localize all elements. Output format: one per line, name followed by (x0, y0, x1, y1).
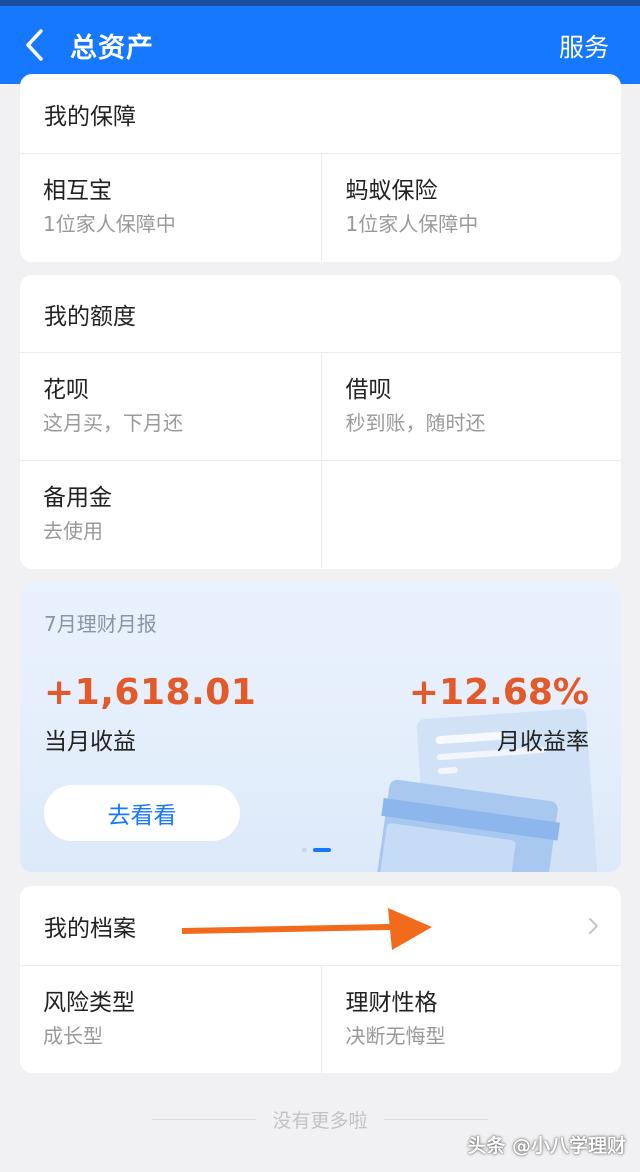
item-sub: 决断无悔型 (345, 1024, 446, 1048)
carousel-dot (302, 848, 307, 852)
watermark: 头条 @小八学理财 (467, 1135, 626, 1157)
credit-item-jiebei[interactable]: 借呗 秒到账，随时还 (320, 353, 622, 460)
profile-item-risk-type[interactable]: 风险类型 成长型 (20, 966, 321, 1073)
credit-title: 我的额度 (20, 275, 621, 353)
profile-item-personality[interactable]: 理财性格 决断无悔型 (320, 966, 622, 1073)
item-label: 相互宝 (43, 178, 112, 204)
item-label: 理财性格 (345, 990, 438, 1016)
credit-item-empty (320, 461, 622, 568)
item-sub: 1位家人保障中 (43, 212, 176, 236)
credit-item-huabei[interactable]: 花呗 这月买，下月还 (20, 353, 321, 460)
item-label: 风险类型 (43, 990, 135, 1016)
monthly-return-rate-label: 月收益率 (497, 729, 589, 755)
back-button[interactable] (8, 6, 60, 84)
monthly-income-value: +1,618.01 (44, 672, 257, 713)
report-title: 7月理财月报 (44, 612, 157, 636)
item-label: 花呗 (43, 377, 89, 403)
item-label: 蚂蚁保险 (345, 178, 438, 204)
divider-right (383, 1118, 488, 1120)
credit-card: 我的额度 花呗 这月买，下月还 借呗 秒到账，随时还 备用金 去使用 (20, 275, 621, 569)
insurance-item-ant-insurance[interactable]: 蚂蚁保险 1位家人保障中 (320, 154, 622, 261)
view-report-button[interactable]: 去看看 (44, 785, 240, 841)
item-sub: 去使用 (43, 519, 103, 543)
insurance-title: 我的保障 (20, 74, 621, 154)
profile-row: 风险类型 成长型 理财性格 决断无悔型 (20, 966, 621, 1073)
credit-row-2: 备用金 去使用 (20, 461, 621, 568)
no-more-text: 没有更多啦 (272, 1109, 368, 1132)
item-sub: 这月买，下月还 (43, 411, 183, 435)
item-sub: 成长型 (43, 1024, 103, 1048)
header-bar: 总资产 服务 (0, 6, 640, 84)
item-label: 备用金 (43, 485, 112, 511)
annotation-arrow-icon (182, 908, 432, 950)
chevron-left-icon (26, 29, 43, 61)
insurance-card: 我的保障 相互宝 1位家人保障中 蚂蚁保险 1位家人保障中 (20, 74, 621, 262)
insurance-item-xianghubao[interactable]: 相互宝 1位家人保障中 (20, 154, 321, 261)
item-label: 借呗 (345, 377, 392, 403)
carousel-dot-active (313, 848, 331, 852)
insurance-row: 相互宝 1位家人保障中 蚂蚁保险 1位家人保障中 (20, 154, 621, 261)
divider-left (152, 1118, 257, 1120)
monthly-report-card[interactable]: 7月理财月报 +1,618.01 当月收益 +12.68% 月收益率 去看看 (20, 582, 621, 872)
credit-row-1: 花呗 这月买，下月还 借呗 秒到账，随时还 (20, 353, 621, 461)
item-sub: 1位家人保障中 (345, 212, 479, 236)
page-title: 总资产 (70, 32, 154, 64)
no-more-footer: 没有更多啦 (0, 1106, 640, 1132)
credit-item-beiyongjin[interactable]: 备用金 去使用 (20, 461, 321, 568)
item-sub: 秒到账，随时还 (345, 411, 486, 435)
monthly-income-label: 当月收益 (44, 729, 136, 755)
service-button[interactable]: 服务 (559, 28, 609, 64)
monthly-return-rate-value: +12.68% (408, 672, 589, 713)
profile-title: 我的档案 (44, 915, 136, 942)
carousel-indicator (302, 848, 331, 852)
chevron-right-icon (589, 918, 598, 934)
